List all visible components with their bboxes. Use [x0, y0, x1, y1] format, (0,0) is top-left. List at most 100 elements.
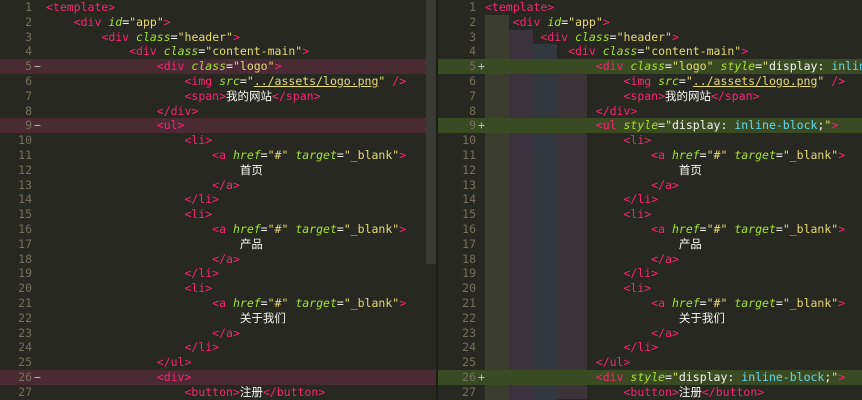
- code-text[interactable]: </li>: [46, 340, 438, 355]
- code-text[interactable]: <img src="../assets/logo.png" />: [485, 74, 862, 89]
- code-line[interactable]: 1 <template>: [0, 0, 438, 15]
- code-text[interactable]: <div class="header">: [46, 30, 438, 45]
- left-editor-pane[interactable]: 1 <template> 2 <div id="app"> 3 <div class=…: [0, 0, 438, 400]
- code-line[interactable]: 14 </li>: [438, 192, 862, 207]
- code-text[interactable]: <span>我的网站</span>: [485, 89, 862, 104]
- code-line[interactable]: 7 <span>我的网站</span>: [0, 89, 438, 104]
- code-line[interactable]: 22 关于我们: [438, 311, 862, 326]
- code-line[interactable]: 26 + <div style="display: inline-block;">: [438, 369, 862, 385]
- code-text[interactable]: <template>: [485, 0, 862, 15]
- code-line[interactable]: 1 <template>: [438, 0, 862, 15]
- code-line[interactable]: 5 + <div class="logo" style="display: inl…: [438, 59, 862, 74]
- code-line[interactable]: 13 </a>: [438, 178, 862, 193]
- code-line[interactable]: 13 </a>: [0, 178, 438, 193]
- code-text[interactable]: <ul>: [46, 118, 438, 133]
- code-text[interactable]: <li>: [485, 133, 862, 148]
- code-line[interactable]: 2 <div id="app">: [0, 15, 438, 30]
- code-line[interactable]: 18 </a>: [438, 252, 862, 267]
- code-text[interactable]: <ul style="display: inline-block;">: [485, 118, 862, 133]
- code-text[interactable]: </li>: [485, 340, 862, 355]
- code-line[interactable]: 16 <a href="#" target="_blank">: [0, 222, 438, 237]
- code-line[interactable]: 9− <ul>: [0, 118, 438, 134]
- code-text[interactable]: </li>: [485, 192, 862, 207]
- code-text[interactable]: 产品: [46, 237, 438, 252]
- code-line[interactable]: 17 产品: [0, 237, 438, 252]
- code-text[interactable]: </ul>: [46, 355, 438, 370]
- code-line[interactable]: 3 <div class="header">: [0, 30, 438, 45]
- code-text[interactable]: <div id="app">: [485, 15, 862, 30]
- code-line[interactable]: 23 </a>: [0, 326, 438, 341]
- code-text[interactable]: <a href="#" target="_blank">: [485, 296, 862, 311]
- code-text[interactable]: </a>: [46, 326, 438, 341]
- code-text[interactable]: 关于我们: [485, 311, 862, 326]
- code-text[interactable]: </li>: [485, 266, 862, 281]
- code-line[interactable]: 2 <div id="app">: [438, 15, 862, 30]
- code-text[interactable]: 产品: [485, 237, 862, 252]
- code-line[interactable]: 12 首页: [438, 163, 862, 178]
- code-line[interactable]: 24 </li>: [438, 340, 862, 355]
- code-text[interactable]: <div id="app">: [46, 15, 438, 30]
- code-line[interactable]: 19 </li>: [438, 266, 862, 281]
- code-line[interactable]: 21 <a href="#" target="_blank">: [438, 296, 862, 311]
- code-line[interactable]: 4 <div class="content-main">: [438, 44, 862, 59]
- code-line[interactable]: 6 <img src="../assets/logo.png" />: [438, 74, 862, 89]
- code-text[interactable]: <img src="../assets/logo.png" />: [46, 74, 438, 89]
- code-text[interactable]: <li>: [46, 281, 438, 296]
- code-text[interactable]: <template>: [46, 0, 438, 15]
- code-text[interactable]: 关于我们: [46, 311, 438, 326]
- code-line[interactable]: 6 <img src="../assets/logo.png" />: [0, 74, 438, 89]
- code-text[interactable]: <li>: [485, 281, 862, 296]
- code-text[interactable]: <div>: [46, 370, 438, 385]
- code-line[interactable]: 15 <li>: [0, 207, 438, 222]
- code-text[interactable]: <a href="#" target="_blank">: [485, 148, 862, 163]
- code-line[interactable]: 8 </div>: [438, 104, 862, 119]
- code-line[interactable]: 20 <li>: [0, 281, 438, 296]
- code-text[interactable]: <a href="#" target="_blank">: [46, 148, 438, 163]
- code-line[interactable]: 8 </div>: [0, 104, 438, 119]
- code-text[interactable]: <div class="content-main">: [485, 44, 862, 59]
- code-line[interactable]: 16 <a href="#" target="_blank">: [438, 222, 862, 237]
- code-text[interactable]: <button>注册</button>: [46, 385, 438, 400]
- code-text[interactable]: <span>我的网站</span>: [46, 89, 438, 104]
- code-text[interactable]: <button>注册</button>: [485, 385, 862, 400]
- code-text[interactable]: </ul>: [485, 355, 862, 370]
- code-text[interactable]: <div class="logo">: [46, 59, 438, 74]
- code-text[interactable]: </a>: [46, 252, 438, 267]
- code-line[interactable]: 25 </ul>: [0, 355, 438, 370]
- code-line[interactable]: 4 <div class="content-main">: [0, 44, 438, 59]
- code-text[interactable]: </div>: [485, 104, 862, 119]
- code-text[interactable]: </a>: [485, 252, 862, 267]
- code-text[interactable]: </a>: [485, 326, 862, 341]
- code-text[interactable]: <div class="header">: [485, 30, 862, 45]
- code-text[interactable]: </div>: [46, 104, 438, 119]
- code-text[interactable]: <a href="#" target="_blank">: [46, 222, 438, 237]
- code-line[interactable]: 22 关于我们: [0, 311, 438, 326]
- code-text[interactable]: 首页: [485, 163, 862, 178]
- code-text[interactable]: </a>: [485, 178, 862, 193]
- code-line[interactable]: 11 <a href="#" target="_blank">: [438, 148, 862, 163]
- code-line[interactable]: 26− <div>: [0, 369, 438, 385]
- code-line[interactable]: 21 <a href="#" target="_blank">: [0, 296, 438, 311]
- right-editor-pane[interactable]: 1 <template> 2 <div id="app"> 3 <div class=…: [438, 0, 862, 400]
- code-text[interactable]: 首页: [46, 163, 438, 178]
- code-line[interactable]: 23 </a>: [438, 326, 862, 341]
- code-line[interactable]: 19 </li>: [0, 266, 438, 281]
- code-line[interactable]: 17 产品: [438, 237, 862, 252]
- code-line[interactable]: 7 <span>我的网站</span>: [438, 89, 862, 104]
- code-line[interactable]: 20 <li>: [438, 281, 862, 296]
- code-line[interactable]: 9 + <ul style="display: inline-block;">: [438, 118, 862, 134]
- code-line[interactable]: 25 </ul>: [438, 355, 862, 370]
- code-line[interactable]: 24 </li>: [0, 340, 438, 355]
- code-line[interactable]: 11 <a href="#" target="_blank">: [0, 148, 438, 163]
- code-line[interactable]: 10 <li>: [0, 133, 438, 148]
- code-line[interactable]: 3 <div class="header">: [438, 30, 862, 45]
- code-line[interactable]: 12 首页: [0, 163, 438, 178]
- code-text[interactable]: <div class="content-main">: [46, 44, 438, 59]
- code-text[interactable]: <div class="logo" style="display: inline…: [485, 59, 862, 74]
- code-line[interactable]: 27 <button>注册</button>: [438, 385, 862, 400]
- code-line[interactable]: 10 <li>: [438, 133, 862, 148]
- code-line[interactable]: 5− <div class="logo">: [0, 59, 438, 74]
- code-line[interactable]: 15 <li>: [438, 207, 862, 222]
- code-text[interactable]: </li>: [46, 192, 438, 207]
- code-line[interactable]: 27 <button>注册</button>: [0, 385, 438, 400]
